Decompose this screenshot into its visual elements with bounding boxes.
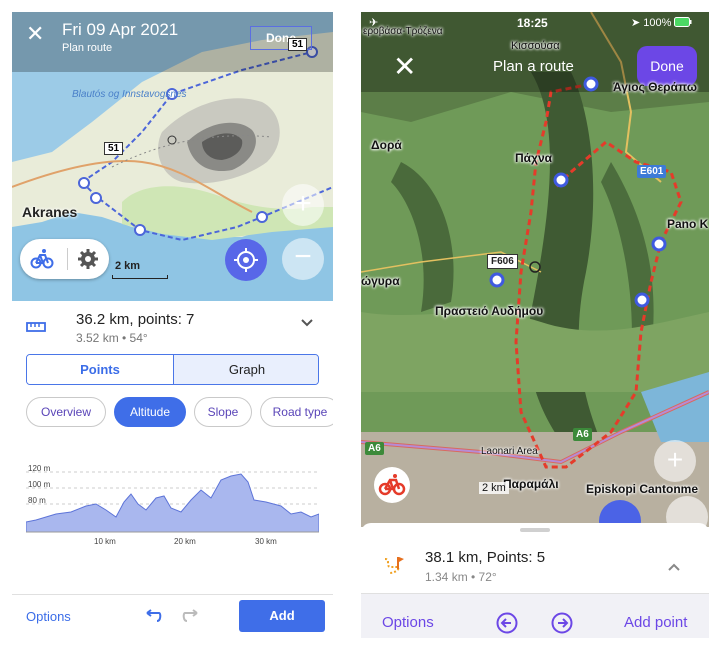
location-arrow-icon: ➤ — [631, 17, 644, 29]
chip-altitude[interactable]: Altitude — [114, 397, 186, 427]
map-label-place: Akranes — [22, 204, 78, 220]
chevron-down-icon[interactable] — [300, 318, 314, 328]
close-icon[interactable]: ✕ — [26, 23, 46, 45]
map-label: Πραστειό Αυδήμου — [435, 304, 544, 318]
options-button[interactable]: Options — [26, 609, 71, 624]
add-button[interactable]: Add — [239, 600, 325, 632]
battery-indicator: ➤ 100% — [631, 16, 692, 29]
chevron-up-icon[interactable] — [667, 562, 681, 572]
map-label: Παραμάλι — [503, 477, 559, 491]
altitude-graph[interactable]: 120 m 100 m 80 m 10 km 20 km 30 km — [26, 462, 319, 552]
android-top-bar: ✕ Fri 09 Apr 2021 Plan route Done — [12, 12, 333, 60]
chip-road-type[interactable]: Road type — [260, 397, 333, 427]
route-distance: 38.1 km, Points: 5 — [425, 549, 546, 566]
profile-selector[interactable] — [20, 239, 109, 279]
road-sign: 51 — [104, 142, 124, 155]
zoom-in-button[interactable]: + — [282, 184, 324, 226]
ios-plan-route-screen: ✈ 18:25 ➤ 100% ✕ Plan a route Done εροβά… — [361, 12, 709, 638]
x-tick-label: 10 km — [94, 537, 116, 546]
add-point-button[interactable]: Add point — [624, 614, 687, 631]
crosshair-icon — [234, 248, 258, 272]
zoom-out-button[interactable]: − — [282, 238, 324, 280]
tab-points[interactable]: Points — [27, 355, 173, 384]
undo-icon[interactable] — [496, 612, 518, 634]
map-label: Κισσούσα — [511, 40, 560, 52]
page-title: Plan a route — [493, 58, 574, 75]
bottom-toolbar: Options Add point — [361, 593, 709, 638]
minus-icon: − — [294, 240, 312, 273]
view-segmented-control: Points Graph — [26, 354, 319, 385]
plus-icon: + — [294, 187, 312, 220]
divider — [67, 248, 68, 270]
route-meta: 3.52 km • 54° — [76, 331, 148, 345]
zoom-in-button[interactable]: + — [654, 440, 696, 482]
chip-slope[interactable]: Slope — [194, 397, 252, 427]
map-scale-label: 2 km — [479, 482, 509, 494]
y-tick-label: 80 m — [28, 496, 46, 505]
x-tick-label: 30 km — [255, 537, 277, 546]
road-sign: 51 — [288, 38, 308, 51]
map-label: Άγιος Θεράπω — [613, 80, 697, 94]
battery-percent: 100% — [643, 17, 672, 29]
map-label: Laonari Area — [481, 446, 538, 457]
route-distance: 36.2 km, points: 7 — [76, 311, 195, 328]
route-info-sheet: 38.1 km, Points: 5 1.34 km • 72° Options… — [361, 523, 709, 638]
map-label: Pano K — [667, 217, 709, 231]
road-sign: A6 — [365, 442, 384, 455]
options-button[interactable]: Options — [382, 614, 434, 631]
chip-overview[interactable]: Overview — [26, 397, 106, 427]
bicycle-icon[interactable] — [30, 248, 54, 270]
map-label: ώγυρα — [361, 274, 400, 288]
close-icon[interactable]: ✕ — [393, 53, 416, 81]
gear-icon[interactable] — [76, 247, 100, 271]
route-icon — [384, 557, 404, 574]
plus-icon: + — [666, 444, 684, 475]
map-label: Δορά — [371, 138, 402, 152]
map-label: Πάχνα — [515, 151, 553, 165]
map-label-lake: Blautós og Innstavogsnes — [72, 89, 187, 100]
my-location-button[interactable] — [225, 239, 267, 281]
y-tick-label: 100 m — [28, 480, 51, 489]
route-meta: 1.34 km • 72° — [425, 570, 497, 584]
undo-icon[interactable] — [143, 609, 163, 623]
page-title: Fri 09 Apr 2021 — [62, 20, 179, 39]
battery-icon — [674, 17, 692, 27]
sheet-grabber[interactable] — [520, 528, 550, 532]
redo-icon[interactable] — [181, 609, 201, 623]
profile-button[interactable] — [374, 467, 410, 503]
map-scale-label: 2 km — [115, 260, 141, 272]
android-map[interactable]: ✕ Fri 09 Apr 2021 Plan route Done Blautó… — [12, 12, 333, 301]
road-sign: F606 — [487, 254, 518, 269]
redo-icon[interactable] — [551, 612, 573, 634]
x-tick-label: 20 km — [174, 537, 196, 546]
android-plan-route-screen: ✕ Fri 09 Apr 2021 Plan route Done Blautó… — [12, 12, 333, 638]
ios-map[interactable]: ✈ 18:25 ➤ 100% ✕ Plan a route Done εροβά… — [361, 12, 709, 527]
map-label: Episkopi Cantonme — [586, 482, 699, 496]
road-sign: A6 — [573, 428, 592, 441]
divider — [12, 594, 333, 595]
road-sign: E601 — [637, 165, 667, 178]
page-subtitle: Plan route — [62, 42, 113, 54]
ruler-icon — [26, 322, 46, 332]
tab-graph[interactable]: Graph — [173, 355, 318, 384]
map-label: εροβάσα-Τρόζενα — [363, 26, 443, 37]
map-scale-bar — [112, 275, 168, 279]
y-tick-label: 120 m — [28, 464, 51, 473]
bicycle-icon — [378, 474, 406, 496]
status-time: 18:25 — [517, 16, 548, 30]
